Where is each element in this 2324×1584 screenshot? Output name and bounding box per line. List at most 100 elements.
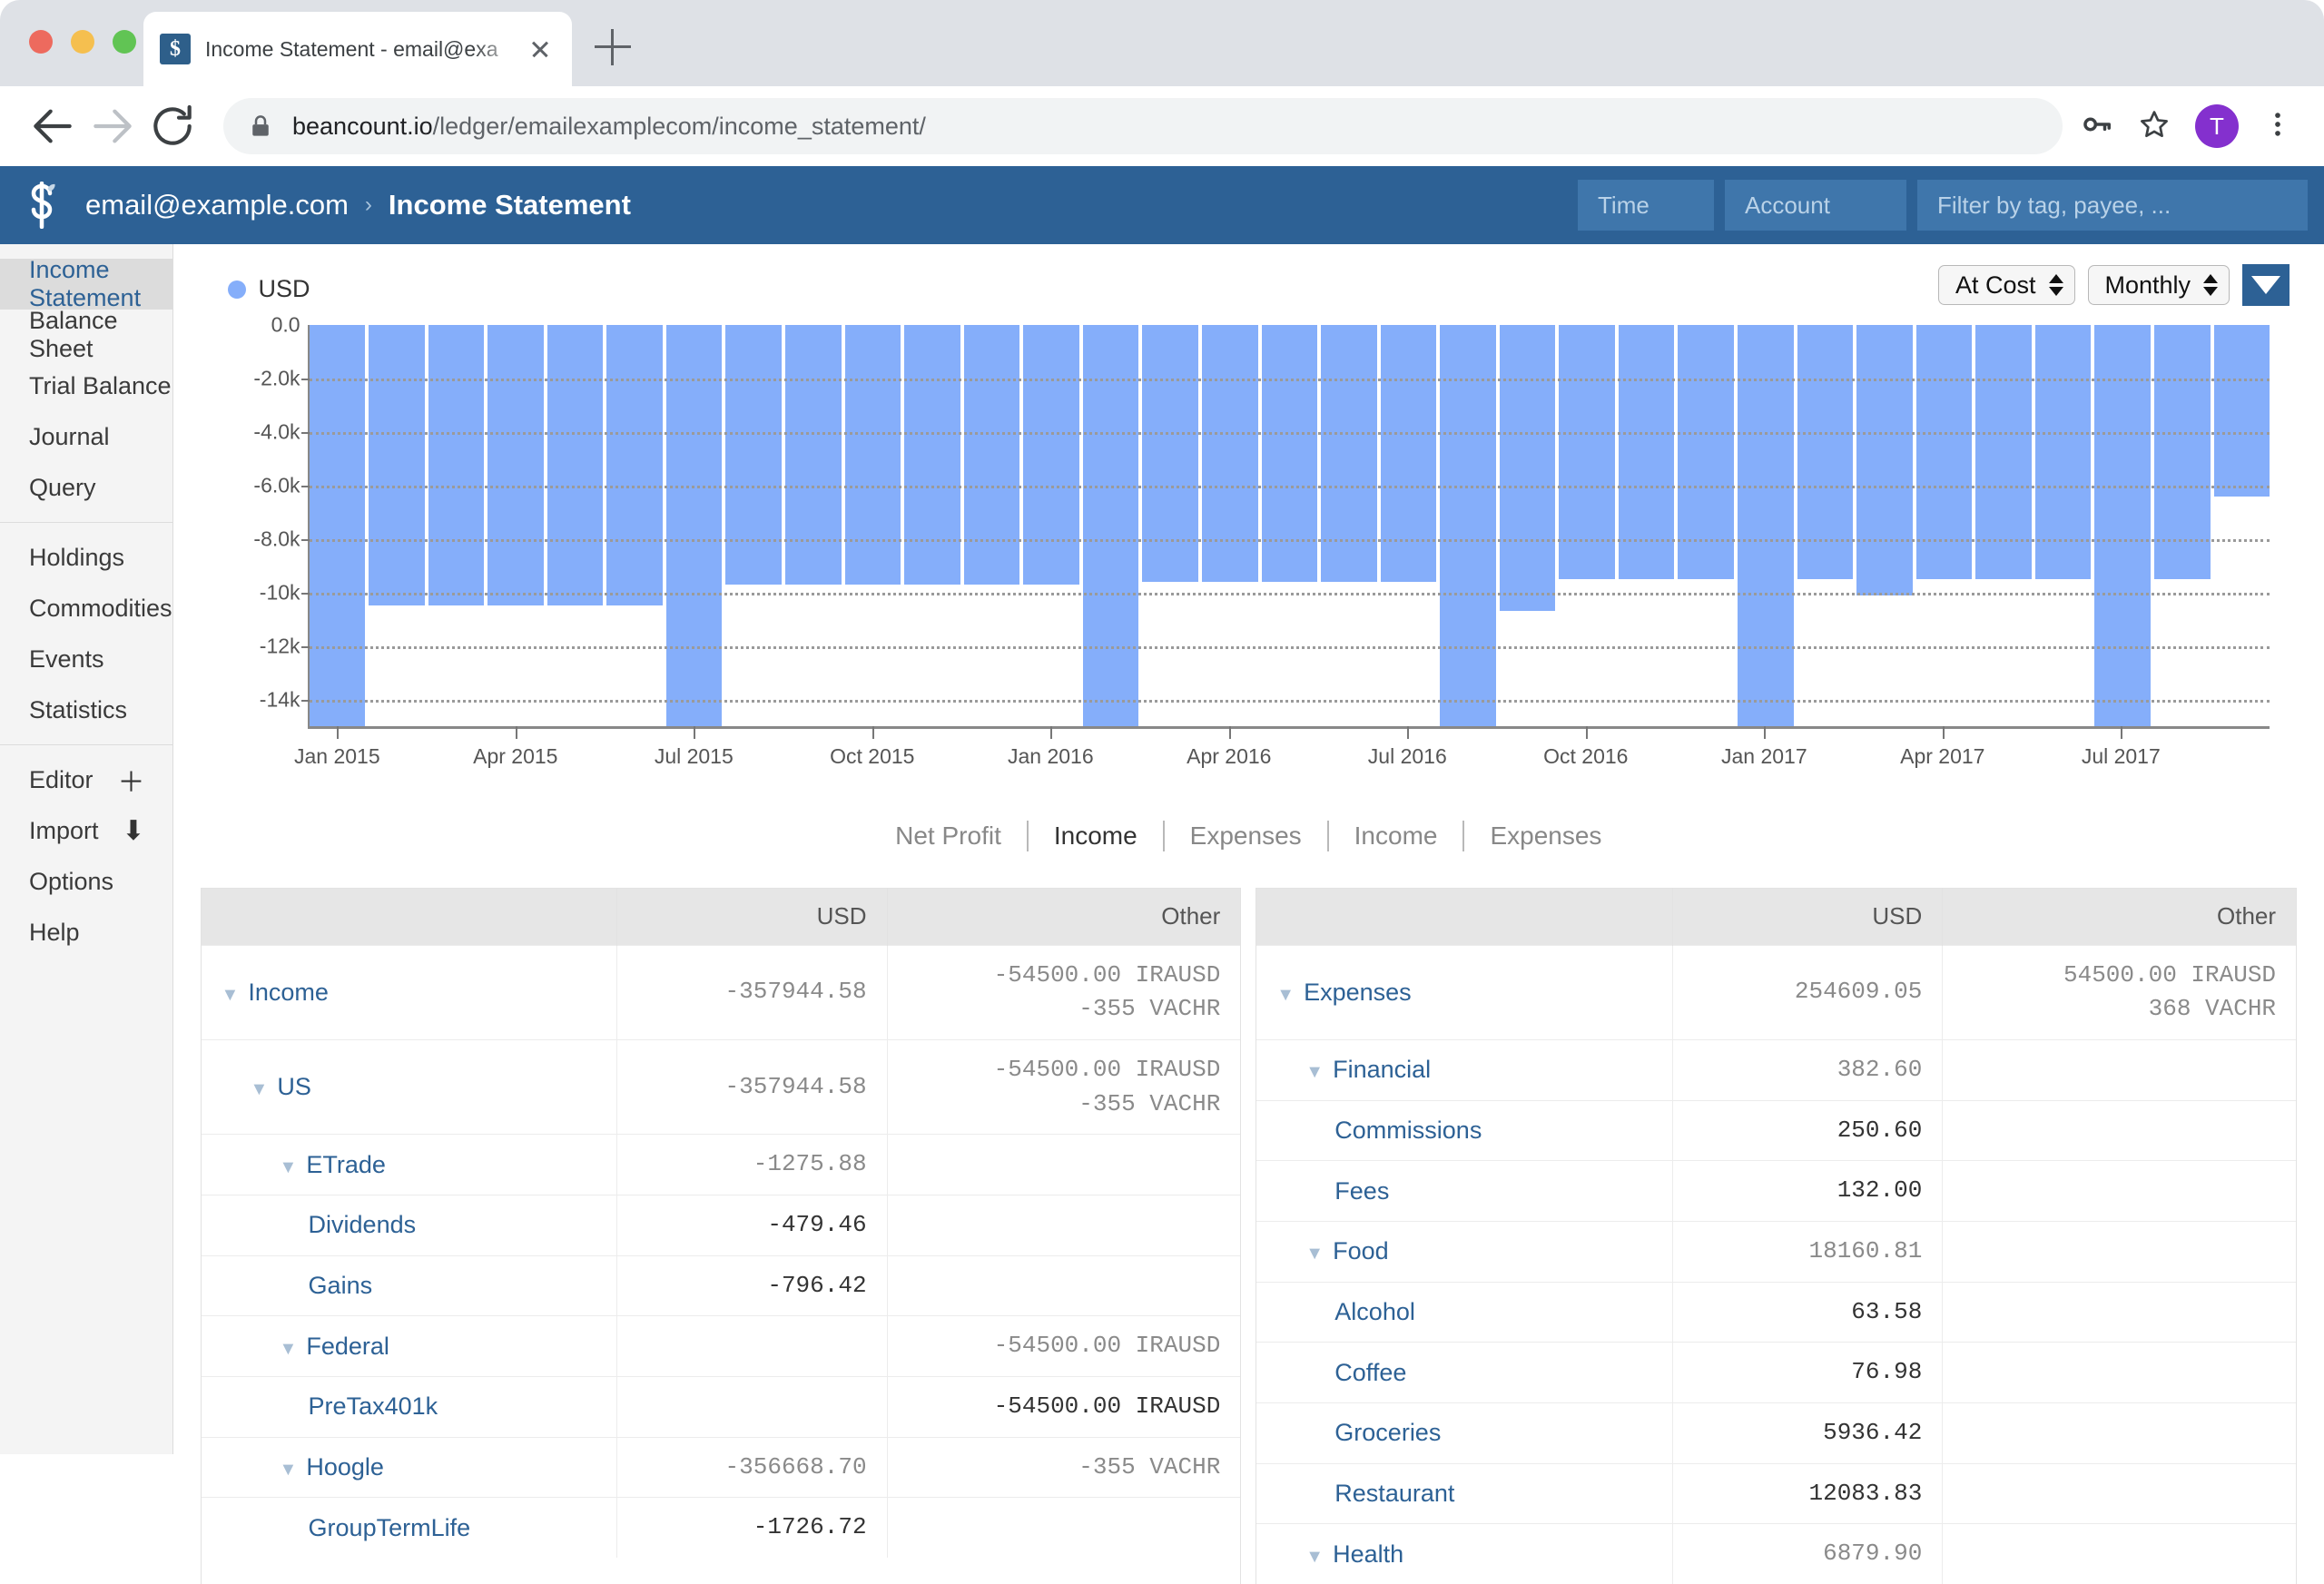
account-cell[interactable]: Restaurant: [1256, 1462, 1673, 1524]
sidebar-item-import[interactable]: Import ⬇: [0, 805, 172, 856]
account-filter-input[interactable]: Account: [1725, 180, 1906, 231]
bar[interactable]: [2213, 325, 2270, 497]
expand-caret-icon[interactable]: ▼: [222, 985, 240, 1005]
sidebar-item-journal[interactable]: Journal: [0, 411, 172, 462]
bar[interactable]: [369, 325, 425, 606]
account-cell[interactable]: GroupTermLife: [201, 1497, 617, 1559]
table-row[interactable]: ▼ ETrade -1275.88: [201, 1134, 1241, 1195]
interval-select[interactable]: Monthly: [2087, 265, 2230, 305]
sidebar-item-trial-balance[interactable]: Trial Balance: [0, 360, 172, 411]
bar[interactable]: [2094, 325, 2151, 726]
expand-caret-icon[interactable]: ▼: [1305, 1062, 1324, 1082]
table-row[interactable]: ▼ Food 18160.81: [1256, 1220, 2297, 1283]
table-row[interactable]: Dividends -479.46: [201, 1194, 1241, 1256]
sidebar-item-balance-sheet[interactable]: Balance Sheet: [0, 307, 172, 362]
sidebar-item-help[interactable]: Help: [0, 907, 172, 958]
time-filter-input[interactable]: Time: [1578, 180, 1714, 231]
sidebar-item-income-statement[interactable]: Income Statement: [0, 256, 172, 311]
table-row[interactable]: ▼ Health 6879.90: [1256, 1523, 2297, 1584]
sidebar-item-events[interactable]: Events: [0, 634, 172, 684]
bar[interactable]: [428, 325, 485, 606]
account-cell[interactable]: ▼ US: [201, 1038, 617, 1135]
table-row[interactable]: ▼ Hoogle -356668.70 -355 VACHR: [201, 1436, 1241, 1498]
table-row[interactable]: Coffee 76.98: [1256, 1342, 2297, 1403]
bar[interactable]: [1499, 325, 1556, 612]
table-row[interactable]: ▼ Expenses 254609.05 54500.00 IRAUSD 368 VA…: [1256, 944, 2297, 1040]
bar[interactable]: [665, 325, 723, 726]
expand-caret-icon[interactable]: ▼: [1305, 1547, 1324, 1567]
bar[interactable]: [1142, 325, 1198, 582]
bar[interactable]: [844, 325, 901, 585]
new-tab-button[interactable]: [595, 29, 631, 65]
table-row[interactable]: Fees 132.00: [1256, 1160, 2297, 1222]
forward-icon[interactable]: [87, 101, 138, 152]
address-bar[interactable]: beancount.io/ledger/emailexamplecom/inco…: [223, 98, 2063, 154]
account-cell[interactable]: ▼ Health: [1256, 1523, 1673, 1584]
bar[interactable]: [606, 325, 663, 606]
table-row[interactable]: PreTax401k -54500.00 IRAUSD: [201, 1376, 1241, 1438]
table-row[interactable]: ▼ US -357944.58 -54500.00 IRAUSD -355 VACHR: [201, 1038, 1241, 1135]
table-row[interactable]: Alcohol 63.58: [1256, 1281, 2297, 1343]
account-cell[interactable]: Commissions: [1256, 1099, 1673, 1161]
table-row[interactable]: Groceries 5936.42: [1256, 1402, 2297, 1464]
account-cell[interactable]: ▼ Financial: [1256, 1038, 1673, 1101]
account-cell[interactable]: Alcohol: [1256, 1281, 1673, 1343]
bar[interactable]: [1738, 325, 1794, 726]
table-row[interactable]: ▼ Income -357944.58 -54500.00 IRAUSD -355 V…: [201, 944, 1241, 1040]
bar[interactable]: [1440, 325, 1496, 726]
expand-caret-icon[interactable]: ▼: [1305, 1244, 1324, 1264]
minimize-window-button[interactable]: [71, 30, 94, 54]
account-cell[interactable]: Coffee: [1256, 1342, 1673, 1403]
chart-tab-expenses[interactable]: Expenses: [1464, 822, 1627, 851]
bar[interactable]: [963, 325, 1020, 585]
bar[interactable]: [1261, 325, 1318, 582]
chart-toggle-button[interactable]: [2242, 264, 2290, 306]
bar[interactable]: [785, 325, 842, 585]
bar[interactable]: [1380, 325, 1437, 582]
browser-tab[interactable]: $ Income Statement - email@exa: [143, 12, 572, 86]
back-icon[interactable]: [27, 101, 78, 152]
table-row[interactable]: Gains -796.42: [201, 1254, 1241, 1316]
bar[interactable]: [1023, 325, 1079, 585]
bar[interactable]: [725, 325, 783, 585]
sidebar-item-statistics[interactable]: Statistics: [0, 684, 172, 735]
conversion-select[interactable]: At Cost: [1937, 265, 2075, 305]
close-window-button[interactable]: [29, 30, 53, 54]
table-row[interactable]: ▼ Federal -54500.00 IRAUSD: [201, 1315, 1241, 1377]
account-cell[interactable]: Groceries: [1256, 1402, 1673, 1464]
reload-icon[interactable]: [147, 101, 198, 152]
close-icon[interactable]: [525, 34, 556, 64]
tag-payee-filter-input[interactable]: Filter by tag, payee, ...: [1917, 180, 2308, 231]
bar[interactable]: [904, 325, 960, 585]
bar[interactable]: [1201, 325, 1258, 582]
table-row[interactable]: GroupTermLife -1726.72: [201, 1497, 1241, 1559]
sidebar-item-commodities[interactable]: Commodities: [0, 583, 172, 634]
sidebar-item-options[interactable]: Options: [0, 856, 172, 907]
expand-caret-icon[interactable]: ▼: [280, 1339, 298, 1359]
avatar[interactable]: T: [2195, 104, 2239, 148]
expand-caret-icon[interactable]: ▼: [280, 1460, 298, 1480]
legend-swatch-usd[interactable]: [227, 280, 246, 299]
table-row[interactable]: Commissions 250.60: [1256, 1099, 2297, 1161]
account-cell[interactable]: ▼ Income: [201, 944, 617, 1040]
breadcrumb-account[interactable]: email@example.com: [85, 189, 349, 221]
chrome-menu-icon[interactable]: [2262, 107, 2293, 146]
account-cell[interactable]: Gains: [201, 1254, 617, 1316]
table-row[interactable]: Restaurant 12083.83: [1256, 1462, 2297, 1524]
bar[interactable]: [1856, 325, 1913, 595]
chart-tab-income[interactable]: Income: [1029, 822, 1163, 851]
account-cell[interactable]: ▼ Food: [1256, 1220, 1673, 1283]
account-cell[interactable]: Dividends: [201, 1194, 617, 1256]
chart-tab-net-profit[interactable]: Net Profit: [870, 822, 1027, 851]
chart-tab-income[interactable]: Income: [1329, 822, 1463, 851]
account-cell[interactable]: Fees: [1256, 1160, 1673, 1222]
expand-caret-icon[interactable]: ▼: [251, 1079, 269, 1099]
bookmark-star-icon[interactable]: [2137, 107, 2171, 146]
expand-caret-icon[interactable]: ▼: [1276, 985, 1295, 1005]
account-cell[interactable]: ▼ Hoogle: [201, 1436, 617, 1498]
sidebar-item-holdings[interactable]: Holdings: [0, 532, 172, 583]
download-arrow-icon[interactable]: ⬇: [122, 815, 144, 847]
key-icon[interactable]: [2079, 107, 2113, 146]
sidebar-item-editor[interactable]: Editor ＋: [0, 754, 172, 805]
bar[interactable]: [1321, 325, 1377, 582]
